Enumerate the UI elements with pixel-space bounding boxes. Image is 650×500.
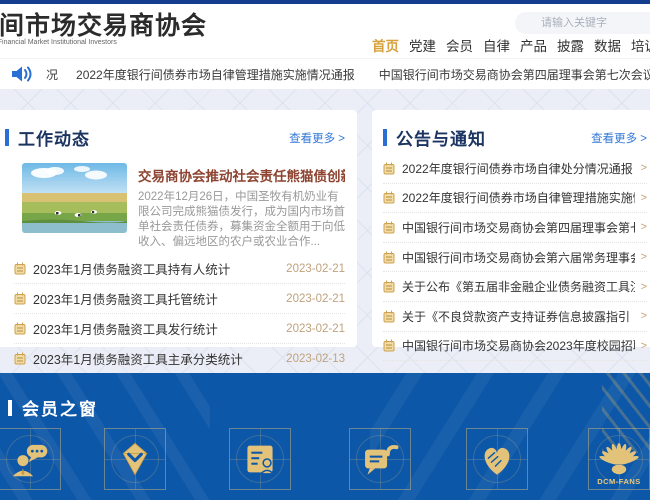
announcements-header: 公告与通知 查看更多 > xyxy=(372,110,650,150)
ticker-item[interactable]: 2022年度银行间债券市场自律管理措施实施情况通报 xyxy=(76,66,355,83)
peacock-icon xyxy=(599,443,639,475)
dcm-fans-badge: DCM-FANS xyxy=(597,477,641,486)
document-icon xyxy=(383,339,395,352)
list-item-date: 2023-02-21 xyxy=(286,292,345,305)
list-item-date: 2023-02-21 xyxy=(286,322,345,335)
document-icon xyxy=(383,221,395,234)
list-item[interactable]: 中国银行间市场交易商协会第六届常务理事会第二次会议决议 > xyxy=(383,243,647,273)
icon-frame xyxy=(466,428,528,490)
section-accent-bar xyxy=(5,129,9,146)
document-icon xyxy=(383,280,395,293)
chevron-right-icon: > xyxy=(640,280,647,293)
list-item-title: 2023年1月债务融资工具主承分类统计 xyxy=(33,353,243,367)
list-item-title: 2022年度银行间债券市场自律处分情况通报 xyxy=(402,161,633,176)
document-icon xyxy=(383,251,395,264)
featured-body: 交易商协会推动社会责任熊猫债创新落地 2022年12月26日，中国圣牧有机奶业有… xyxy=(138,163,345,250)
chevron-right-icon: > xyxy=(640,310,647,323)
list-item-title: 2023年1月债务融资工具托管统计 xyxy=(33,293,218,307)
section-title: 会员之窗 xyxy=(22,400,98,419)
icon-frame xyxy=(0,428,61,490)
list-item-title: 2023年1月债务融资工具发行统计 xyxy=(33,323,218,337)
site-header: 中国银行间市场交易商协会 National Association of Fin… xyxy=(0,4,650,58)
list-item[interactable]: 2023年1月债务融资工具发行统计 2023-02-21 xyxy=(14,314,345,344)
chevron-right-icon: > xyxy=(640,162,647,175)
chevron-right-icon: > xyxy=(640,221,647,234)
feedback-phone-icon xyxy=(365,445,399,475)
list-item[interactable]: 2023年1月债务融资工具托管统计 2023-02-21 xyxy=(14,284,345,314)
document-icon xyxy=(14,262,26,275)
document-icon xyxy=(14,292,26,305)
list-item-date: 2023-02-21 xyxy=(286,262,345,275)
list-item-title: 中国银行间市场交易商协会第四届理事会第七次会议决议 xyxy=(402,220,635,235)
notice-view-more-link[interactable]: 查看更多 > xyxy=(591,130,647,146)
list-item[interactable]: 关于《不良贷款资产支持证券信息披露指引（修订）》《个人... > xyxy=(383,302,647,332)
work-dynamics-header: 工作动态 查看更多 > xyxy=(0,110,357,150)
speaker-icon xyxy=(12,66,32,82)
section-title: 工作动态 xyxy=(18,130,90,149)
list-item-title: 关于《不良贷款资产支持证券信息披露指引（修订）》《个人... xyxy=(402,309,635,324)
list-item-date: 2023-02-13 xyxy=(286,352,345,365)
pasture-scene-image xyxy=(22,163,127,233)
list-item[interactable]: 2022年度银行间债券市场自律处分情况通报 > xyxy=(383,154,647,184)
featured-title[interactable]: 交易商协会推动社会责任熊猫债创新落地 xyxy=(138,165,345,185)
list-item[interactable]: 中国银行间市场交易商协会2023年度校园招聘公告 > xyxy=(383,332,647,362)
chevron-right-icon: > xyxy=(640,191,647,204)
gem-icon xyxy=(122,442,148,476)
list-item-title: 2022年度银行间债券市场自律管理措施实施情况通报 xyxy=(402,191,635,206)
member-item-mediation-center[interactable]: 调解中心 xyxy=(447,428,547,500)
roster-card-icon xyxy=(247,445,276,475)
member-window-section: 会员之窗 新手入口 xyxy=(0,373,650,500)
list-item[interactable]: 中国银行间市场交易商协会第四届理事会第七次会议决议 > xyxy=(383,213,647,243)
search-input[interactable] xyxy=(515,12,650,34)
document-icon xyxy=(383,162,395,175)
handshake-heart-icon xyxy=(484,447,510,475)
document-icon xyxy=(14,352,26,365)
document-icon xyxy=(383,310,395,323)
featured-news[interactable]: 交易商协会推动社会责任熊猫债创新落地 2022年12月26日，中国圣牧有机奶业有… xyxy=(22,163,345,250)
icon-frame: DCM-FANS xyxy=(588,428,650,490)
icon-frame xyxy=(229,428,291,490)
member-item-newbie-entry[interactable]: 新手入口 xyxy=(0,428,80,500)
announcements-card: 公告与通知 查看更多 > 2022年度银行间债券市场自律处分情况通报 > 202… xyxy=(372,110,650,362)
list-item[interactable]: 2023年1月债务融资工具主承分类统计 2023-02-13 xyxy=(14,344,345,374)
logo-subtitle: National Association of Financial Market… xyxy=(0,39,117,46)
list-item[interactable]: 关于公布《第五届非金融企业债务融资工具注册专家名单》的... > xyxy=(383,272,647,302)
section-accent-bar xyxy=(383,129,387,146)
news-ticker: 况 2022年度银行间债券市场自律管理措施实施情况通报 中国银行间市场交易商协会… xyxy=(0,58,650,89)
section-accent-bar xyxy=(8,399,12,416)
document-icon xyxy=(14,322,26,335)
member-window-header: 会员之窗 xyxy=(8,395,98,420)
chevron-right-icon: > xyxy=(640,339,647,352)
icon-frame xyxy=(104,428,166,490)
work-dynamics-card: 工作动态 查看更多 > 交易商协会推动社会责任熊猫债创 2022年12月26日，… xyxy=(0,110,357,374)
featured-image[interactable] xyxy=(22,163,127,233)
member-item-membership-management[interactable]: 会籍管理 xyxy=(85,428,185,500)
member-item-peacock-dcmfans[interactable]: DCM-FANS 孔雀开屏 xyxy=(569,428,650,500)
member-item-feedback[interactable]: 意见建议 xyxy=(330,428,430,500)
list-item-title: 2023年1月债务融资工具持有人统计 xyxy=(33,263,231,277)
logo-title: 中国银行间市场交易商协会 xyxy=(0,12,208,40)
document-icon xyxy=(383,191,395,204)
work-list: 2023年1月债务融资工具持有人统计 2023-02-21 2023年1月债务融… xyxy=(14,254,345,374)
chevron-right-icon: > xyxy=(640,251,647,264)
page: 中国银行间市场交易商协会 National Association of Fin… xyxy=(0,0,650,500)
list-item-title: 中国银行间市场交易商协会第六届常务理事会第二次会议决议 xyxy=(402,250,635,265)
list-item-title: 关于公布《第五届非金融企业债务融资工具注册专家名单》的... xyxy=(402,280,635,295)
ticker-item-fragment[interactable]: 况 xyxy=(46,66,58,83)
list-item[interactable]: 2023年1月债务融资工具持有人统计 2023-02-21 xyxy=(14,254,345,284)
work-view-more-link[interactable]: 查看更多 > xyxy=(289,130,345,146)
icon-frame xyxy=(349,428,411,490)
featured-summary: 2022年12月26日，中国圣牧有机奶业有限公司完成熊猫债发行，成为国内市场首单… xyxy=(138,191,345,248)
ticker-item[interactable]: 中国银行间市场交易商协会第四届理事会第七次会议决议 xyxy=(379,66,650,83)
list-item-title: 中国银行间市场交易商协会2023年度校园招聘公告 xyxy=(402,339,635,354)
site-logo[interactable]: 中国银行间市场交易商协会 National Association of Fin… xyxy=(0,13,207,46)
member-item-member-roster[interactable]: 会员名单 xyxy=(210,428,310,500)
list-item[interactable]: 2022年度银行间债券市场自律管理措施实施情况通报 > xyxy=(383,184,647,214)
person-chat-icon xyxy=(12,444,48,477)
section-title: 公告与通知 xyxy=(396,130,486,149)
notice-list: 2022年度银行间债券市场自律处分情况通报 > 2022年度银行间债券市场自律管… xyxy=(383,154,647,362)
